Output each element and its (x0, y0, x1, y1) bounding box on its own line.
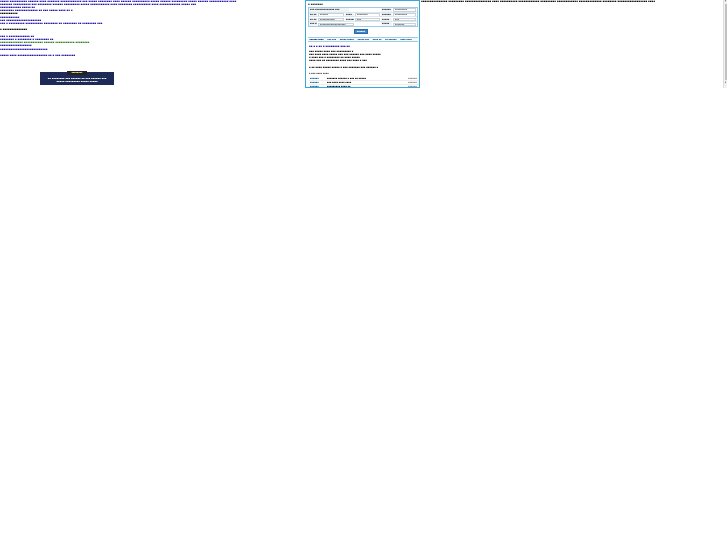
tab-item[interactable]: ▪▪▪▪▪ ▪▪▪▪▪ (338, 38, 355, 41)
form-label: ▪▪ ▪▪ (309, 12, 317, 17)
ad-banner[interactable]: ▪▪▪▪▪▪▪▪ ▪▪ ▪▪▪▪▪▪▪▪ ▪▪▪ ▪▪▪▪▪▪ ▪▪ ▪▪▪ ▪… (40, 71, 114, 85)
form-field[interactable]: ▪▪▪▪▪▪▪ (393, 22, 416, 27)
search-button[interactable]: ▪▪▪▪▪▪ (354, 29, 368, 34)
right-top-text-line: ▪▪▪▪▪▪▪▪▪▪▪▪▪▪▪ ▪▪▪▪▪▪▪▪▪ ▪▪▪▪▪▪▪▪▪▪▪▪▪▪… (421, 0, 656, 3)
left-page: ▪▪▪▪▪ ▪▪▪▪▪▪▪▪▪▪ ▪▪▪▪▪▪ ▪▪▪▪ ▪▪▪▪▪▪▪ ▪▪▪… (0, 0, 304, 90)
banner-text-2: ▪▪▪▪▪ ▪▪▪▪▪▪▪▪▪ ▪▪▪▪▪ ▪▪▪▪▪ (56, 81, 98, 83)
form-label: ▪▪▪▪▪▪ (381, 8, 392, 12)
panel-title: ▪ ▪▪▪▪▪▪▪ (308, 3, 323, 6)
left-text-line: ▪ ▪▪▪▪▪▪▪▪▪▪▪▪▪▪ (0, 28, 28, 32)
news-category: ▪▪▪▪▪▪ (310, 85, 319, 87)
left-text-line[interactable]: ▪▪▪▪▪ ▪▪▪▪ ▪▪▪▪▪▪▪▪▪▪▪▪▪▪▪▪▪ ▪▪ ▪ ▪▪▪ ▪▪… (0, 54, 180, 57)
news-section-label: ▪ ▪▪▪ ▪▪▪▪ ▪▪▪▪ (309, 72, 329, 75)
form-field[interactable]: ▪▪▪▪▪▪▪▪▪ (393, 8, 416, 12)
form-field[interactable]: ▪▪▪▪▪▪▪▪▪ (393, 13, 416, 17)
tab-item[interactable]: ▪▪▪▪▪▪ ▪▪▪▪ (308, 38, 325, 41)
form-field[interactable]: ▪▪▪▪▪▪ (318, 13, 344, 17)
right-page: ▪▪▪▪▪▪▪▪▪▪▪▪▪▪▪ ▪▪▪▪▪▪▪▪▪ ▪▪▪▪▪▪▪▪▪▪▪▪▪▪… (421, 0, 723, 6)
form-row: ▪▪▪ ▪▪▪ ▪▪▪▪▪▪▪▪▪▪▪▪▪▪▪▪▪▪▪ ▪▪▪▪▪ ▪▪▪▪▪▪… (309, 22, 417, 27)
form-label: ▪▪ ▪▪ (309, 17, 317, 22)
form-label: ▪▪▪▪ (345, 12, 354, 17)
form-label: ▪▪▪ ▪▪▪▪▪▪▪▪▪▪▪▪▪ ▪▪▪ (309, 8, 349, 12)
form-field[interactable]: ▪▪▪▪▪▪▪▪ (355, 13, 380, 17)
scroll-thumb[interactable] (724, 4, 727, 80)
result-headline[interactable]: ▪▪ ▪ ▪ ▪▪ ▪ ▪▪▪▪▪▪▪▪ ▪▪▪ ▪▪ (309, 45, 350, 48)
tab-item[interactable]: ▪▪ ▪▪▪▪▪▪ (384, 38, 398, 41)
result-tabs: ▪▪▪▪▪▪ ▪▪▪▪ ▪▪▪ ▪▪▪ ▪▪▪▪▪ ▪▪▪▪▪ ▪▪▪▪▪ ▪▪… (308, 37, 418, 42)
form-field[interactable]: ▪▪▪ (393, 17, 416, 22)
form-field[interactable]: ▪▪▪▪▪▪▪▪▪▪▪ (318, 17, 344, 22)
tab-item[interactable]: ▪▪▪▪ ▪▪▪▪ (399, 38, 413, 41)
vertical-scrollbar[interactable]: ▲ ▼ (723, 0, 727, 88)
form-label: ▪▪▪▪▪▪▪ (345, 17, 354, 22)
left-text-line[interactable]: ▪▪▪▪▪▪▪▪▪▪▪▪▪▪▪▪▪▪▪▪▪▪▪▪▪▪▪ (0, 48, 180, 51)
form-label: ▪▪▪▪▪ (381, 22, 392, 27)
tab-item[interactable]: ▪▪▪ ▪▪▪ (326, 38, 338, 41)
form-label: ▪▪▪ ▪▪▪ (309, 22, 317, 27)
tab-item[interactable]: ▪▪▪▪▪ ▪▪▪ (356, 38, 370, 41)
news-title[interactable]: ▪▪▪▪▪▪▪▪▪ ▪▪▪▪ ▪▪ (327, 85, 351, 87)
search-form: ▪▪▪ ▪▪▪▪▪▪▪▪▪▪▪▪▪ ▪▪▪ ▪▪▪▪▪▪ ▪▪▪▪▪▪▪▪▪ ▪… (308, 7, 418, 27)
banner-tag: ▪▪▪▪▪▪▪▪ (67, 71, 87, 75)
news-date: ▪▪▪▪▪▪ (408, 85, 417, 87)
form-field[interactable]: ▪▪▪▪▪▪▪▪▪▪▪▪▪▪▪▪▪▪▪ (318, 22, 354, 27)
form-label: ▪▪▪▪▪▪ (381, 12, 392, 17)
form-field[interactable]: ▪▪▪ (355, 17, 380, 22)
tab-item[interactable]: ▪▪▪▪ ▪▪ (371, 38, 383, 41)
form-label: ▪▪▪▪▪ (381, 17, 392, 22)
search-panel: ▪ ▪▪▪▪▪▪▪ ▪▪▪ ▪▪▪▪▪▪▪▪▪▪▪▪▪ ▪▪▪ ▪▪▪▪▪▪ ▪… (305, 0, 420, 88)
result-paragraph: ▪ ▪▪ ▪▪▪▪ ▪▪▪▪▪ ▪▪▪▪▪ ▪ ▪▪▪ ▪▪▪▪▪▪▪ ▪▪▪ … (309, 66, 379, 69)
left-text-line[interactable]: ▪▪▪ ▪ ▪▪▪▪▪▪▪▪▪ ▪▪▪▪▪▪▪▪▪▪ ▪▪▪▪▪▪▪▪ ▪▪ ▪… (0, 22, 180, 25)
result-paragraph: ▪▪▪▪ ▪▪▪ ▪▪ ▪▪▪▪▪▪▪▪ ▪▪▪▪ ▪▪▪ ▪▪▪▪ ▪ ▪▪▪ (309, 59, 367, 62)
news-item[interactable]: ▪▪▪▪▪▪ ▪▪▪▪▪▪▪▪▪ ▪▪▪▪ ▪▪ ▪▪▪▪▪▪ (309, 85, 419, 87)
